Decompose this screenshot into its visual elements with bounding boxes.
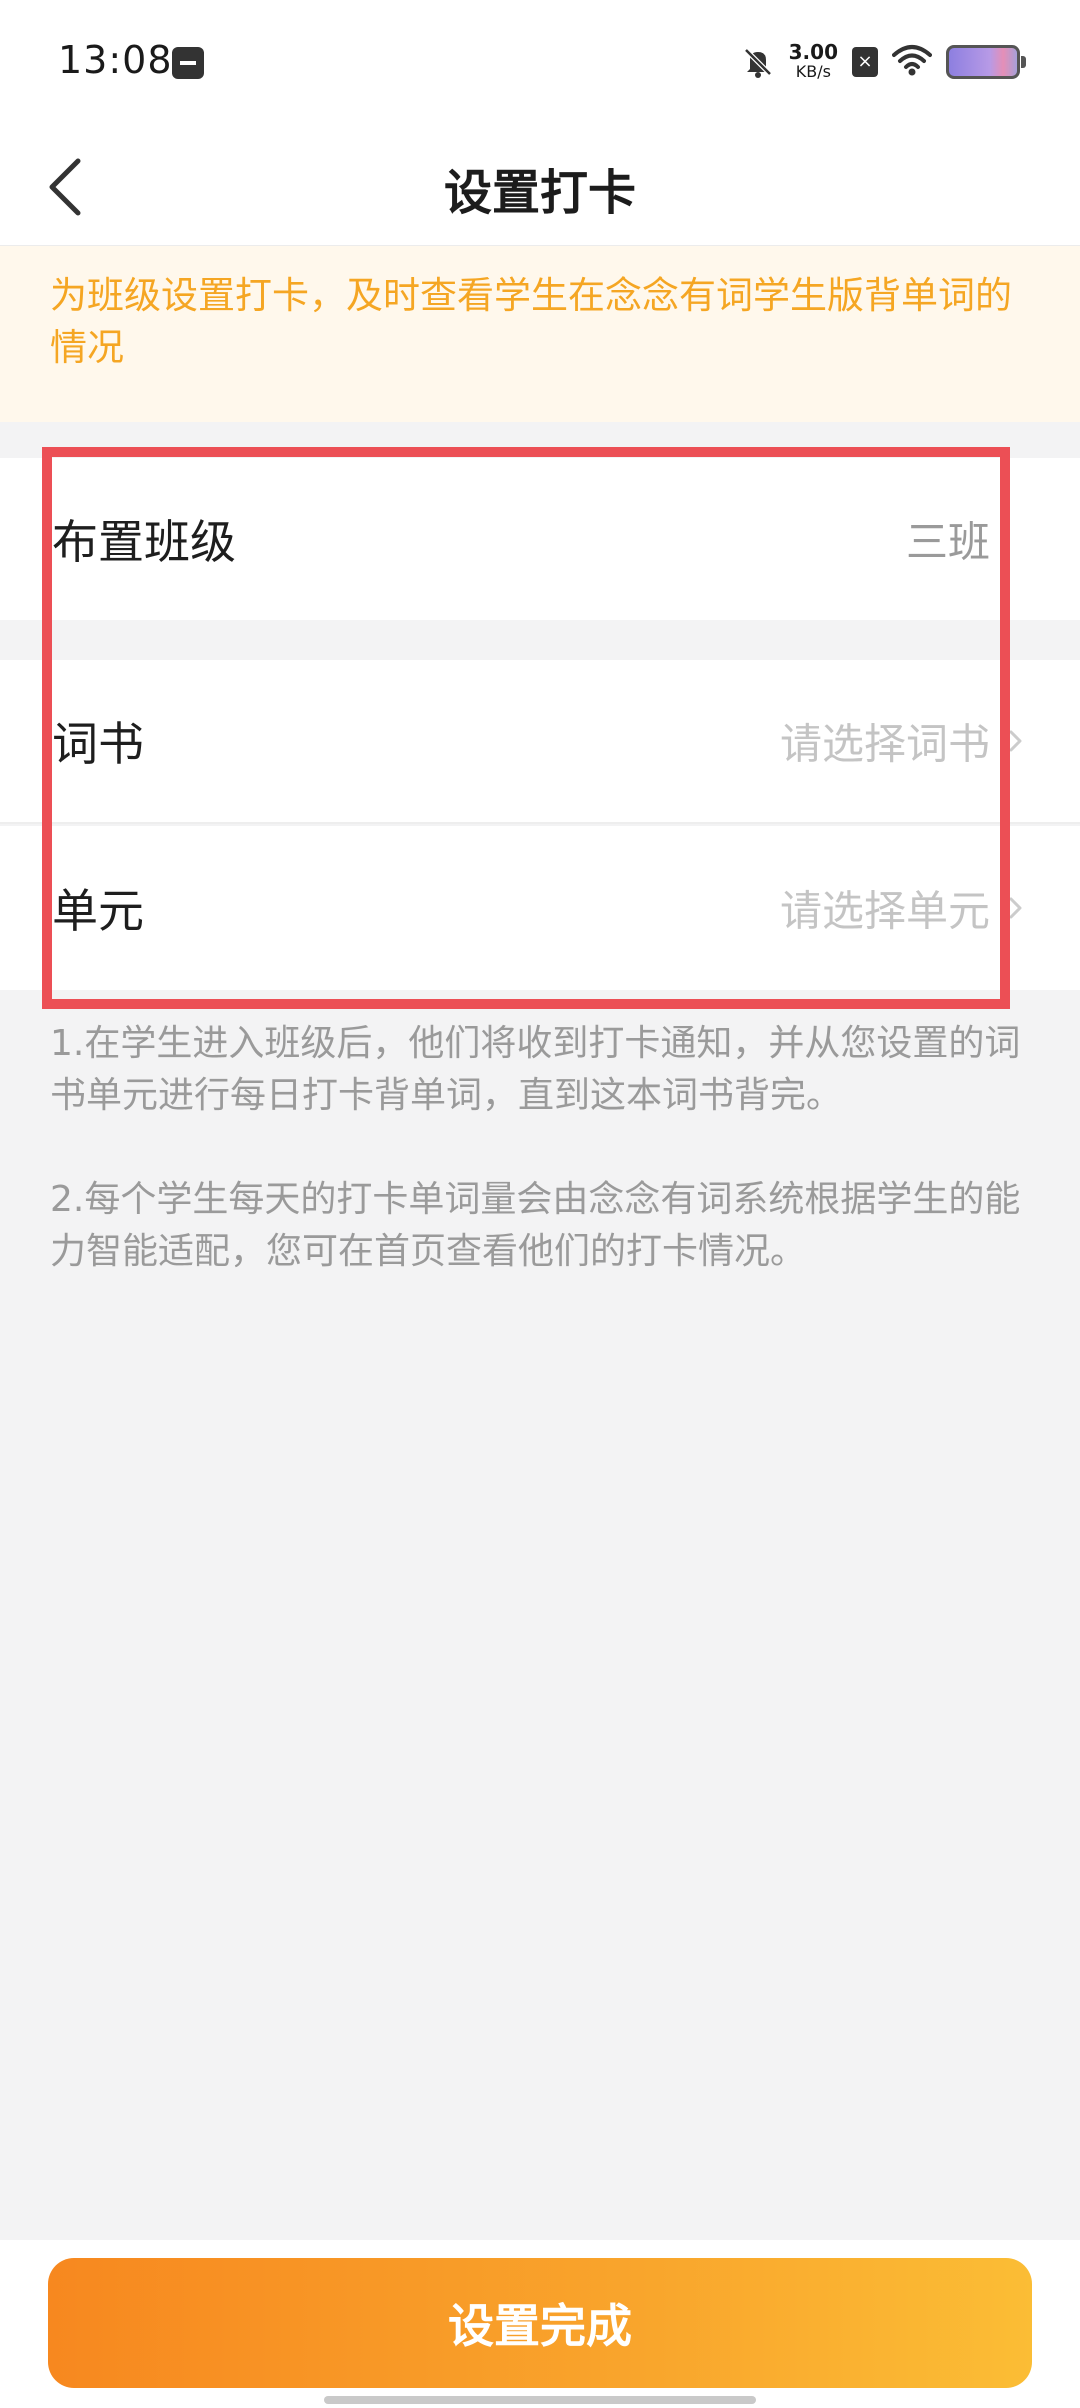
status-time: 13:08	[58, 38, 173, 82]
net-speed: 3.00 KB/s	[789, 42, 838, 82]
calendar-icon	[172, 47, 204, 79]
unit-row-label: 单元	[52, 884, 144, 938]
status-bar: 13:08 3.00 KB/s ×	[0, 0, 1080, 125]
done-button[interactable]: 设置完成	[48, 2258, 1032, 2388]
nav-bar: 设置打卡	[0, 125, 1080, 247]
book-row[interactable]: 词书 请选择词书	[0, 660, 1080, 824]
page-title: 设置打卡	[443, 165, 636, 221]
bell-muted-icon	[741, 45, 775, 79]
class-row-label: 布置班级	[52, 515, 236, 569]
battery-icon	[946, 45, 1026, 79]
bottom-bar: 设置完成	[0, 2240, 1080, 2408]
chevron-right-icon	[1009, 897, 1022, 919]
home-indicator[interactable]	[324, 2396, 756, 2404]
net-speed-unit: KB/s	[795, 62, 831, 81]
sim-x-icon: ×	[852, 47, 878, 77]
book-row-placeholder: 请选择词书	[779, 719, 990, 769]
chevron-right-icon	[1009, 730, 1022, 752]
net-speed-value: 3.00	[788, 40, 838, 64]
status-icons: 3.00 KB/s ×	[741, 40, 1026, 84]
notice-banner: 为班级设置打卡，及时查看学生在念念有词学生版背单词的情况	[0, 246, 1080, 422]
wifi-icon	[892, 44, 932, 80]
book-row-label: 词书	[52, 717, 144, 771]
tips: 1.在学生进入班级后，他们将收到打卡通知，并从您设置的词书单元进行每日打卡背单词…	[50, 1018, 1040, 1330]
class-row-value: 三班	[905, 517, 990, 567]
unit-row-placeholder: 请选择单元	[779, 886, 990, 936]
tip-item: 2.每个学生每天的打卡单词量会由念念有词系统根据学生的能力智能适配，您可在首页查…	[50, 1179, 1021, 1272]
class-row[interactable]: 布置班级 三班	[0, 458, 1080, 620]
unit-row[interactable]: 单元 请选择单元	[0, 826, 1080, 990]
tip-item: 1.在学生进入班级后，他们将收到打卡通知，并从您设置的词书单元进行每日打卡背单词…	[50, 1023, 1021, 1116]
